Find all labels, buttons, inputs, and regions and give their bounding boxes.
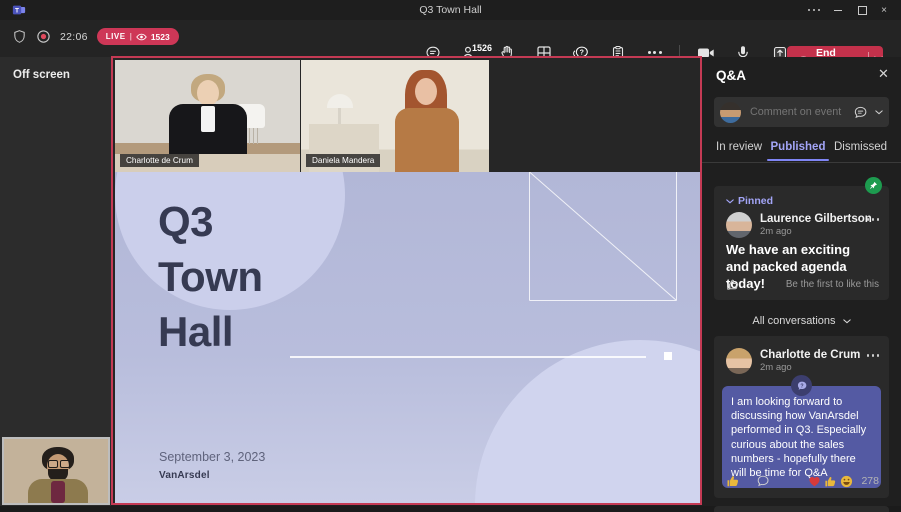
comment-input[interactable] bbox=[748, 105, 846, 119]
avatar bbox=[726, 348, 752, 374]
svg-text:?: ? bbox=[800, 383, 803, 389]
titlebar-more-button[interactable] bbox=[803, 3, 825, 17]
chevron-down-icon[interactable] bbox=[875, 109, 883, 115]
like-hint: Be the first to like this bbox=[785, 279, 879, 290]
participant-video-charlotte[interactable]: Charlotte de Crum bbox=[115, 60, 300, 172]
thumbs-up-reaction-icon[interactable] bbox=[824, 475, 837, 488]
qna-tabs: In review Published Dismissed bbox=[702, 141, 901, 161]
live-badge: LIVE | 1523 bbox=[96, 28, 179, 45]
maximize-icon bbox=[857, 5, 867, 15]
qna-panel: Q&A ✕ In review Published Dismissed Pinn… bbox=[702, 57, 901, 512]
reply-comment-button[interactable] bbox=[756, 474, 770, 488]
pinned-label-row[interactable]: Pinned bbox=[726, 195, 773, 207]
recording-icon[interactable] bbox=[36, 29, 51, 44]
message-more-button[interactable] bbox=[866, 354, 879, 357]
slide-title: Q3 Town Hall bbox=[158, 198, 263, 355]
pinned-card-header: Laurence Gilbertson 2m ago bbox=[726, 212, 872, 238]
laugh-reaction-icon[interactable] bbox=[840, 475, 853, 488]
heart-reaction-icon[interactable] bbox=[808, 475, 821, 488]
title-bar: T Q3 Town Hall × bbox=[0, 0, 901, 20]
presentation-stage: Charlotte de Crum Daniela Mandera Q3 Tow… bbox=[111, 56, 702, 505]
pin-icon bbox=[870, 181, 878, 189]
pinned-question-card[interactable]: Pinned Laurence Gilbertson 2m ago We hav… bbox=[714, 186, 889, 300]
timestamp: 2m ago bbox=[760, 362, 792, 373]
live-label: LIVE bbox=[105, 32, 126, 41]
comment-composer[interactable] bbox=[714, 97, 889, 127]
off-screen-sidebar: Off screen bbox=[0, 57, 111, 506]
slide-line-decor bbox=[290, 356, 646, 358]
conversation-filter[interactable]: All conversations bbox=[702, 315, 901, 327]
participant-name-label: Daniela Mandera bbox=[306, 154, 381, 167]
slide-circle-decor bbox=[475, 340, 700, 503]
comment-card-header: Charlotte de Crum 2m ago bbox=[726, 348, 860, 374]
window-title: Q3 Town Hall bbox=[419, 4, 482, 16]
maximize-button[interactable] bbox=[851, 3, 873, 17]
timestamp: 2m ago bbox=[760, 226, 792, 237]
slide-date: September 3, 2023 bbox=[159, 450, 266, 464]
lamp-decor bbox=[327, 94, 353, 108]
slide-logo: VanArsdel bbox=[159, 470, 210, 481]
next-card-edge bbox=[714, 506, 889, 512]
charlotte-person bbox=[169, 74, 247, 158]
reaction-row: 278 bbox=[726, 474, 879, 488]
comment-mode-icon[interactable] bbox=[853, 105, 868, 120]
ellipsis-icon bbox=[807, 8, 821, 12]
lamp-stand-decor bbox=[338, 108, 341, 124]
pin-badge bbox=[865, 177, 882, 194]
meeting-toolbar: 22:06 LIVE | 1523 Chat 1526 People bbox=[0, 20, 901, 76]
participant-name-label: Charlotte de Crum bbox=[120, 154, 199, 167]
like-button[interactable] bbox=[726, 278, 739, 291]
minimize-button[interactable] bbox=[827, 3, 849, 17]
message-more-button[interactable] bbox=[866, 218, 879, 221]
badge-divider: | bbox=[129, 32, 132, 41]
presentation-slide[interactable]: Q3 Town Hall September 3, 2023 VanArsdel bbox=[115, 172, 700, 503]
self-view-video[interactable] bbox=[2, 437, 110, 505]
author-name: Charlotte de Crum bbox=[760, 349, 861, 361]
close-panel-button[interactable]: ✕ bbox=[878, 66, 889, 82]
off-screen-label: Off screen bbox=[13, 69, 70, 81]
self-view-person bbox=[28, 447, 88, 503]
viewer-count: 1523 bbox=[150, 31, 170, 42]
tab-in-review[interactable]: In review bbox=[716, 141, 762, 161]
avatar bbox=[720, 101, 741, 123]
status-group: 22:06 LIVE | 1523 bbox=[12, 28, 179, 45]
chevron-down-icon bbox=[726, 198, 734, 203]
comment-message-bubble: I am looking forward to discussing how V… bbox=[722, 386, 881, 489]
comment-card[interactable]: Charlotte de Crum 2m ago ? I am looking … bbox=[714, 336, 889, 498]
meeting-timer: 22:06 bbox=[60, 30, 88, 43]
close-icon: × bbox=[881, 4, 887, 16]
author-name: Laurence Gilbertson bbox=[760, 213, 872, 225]
slide-dot-decor bbox=[664, 352, 672, 360]
close-window-button[interactable]: × bbox=[873, 3, 895, 17]
tab-published[interactable]: Published bbox=[766, 141, 830, 161]
tab-dismissed[interactable]: Dismissed bbox=[834, 141, 887, 161]
daniela-person bbox=[393, 70, 465, 172]
qna-comment-badge-icon: ? bbox=[791, 375, 812, 396]
teams-meeting-window: T Q3 Town Hall × 22:06 LIVE | 1523 1526 … bbox=[0, 0, 901, 512]
eye-icon bbox=[136, 33, 147, 41]
reaction-count: 278 bbox=[861, 475, 879, 487]
participant-video-daniela[interactable]: Daniela Mandera bbox=[301, 60, 489, 172]
pinned-card-footer: Be the first to like this bbox=[726, 278, 879, 291]
minimize-icon bbox=[834, 9, 842, 11]
slide-square-decor bbox=[529, 172, 677, 301]
tabs-divider bbox=[702, 162, 901, 163]
avatar bbox=[726, 212, 752, 238]
shield-icon[interactable] bbox=[12, 29, 27, 44]
chevron-down-icon bbox=[842, 319, 851, 324]
thumbs-up-reaction-button[interactable] bbox=[726, 474, 740, 488]
qna-panel-title: Q&A bbox=[716, 68, 746, 83]
